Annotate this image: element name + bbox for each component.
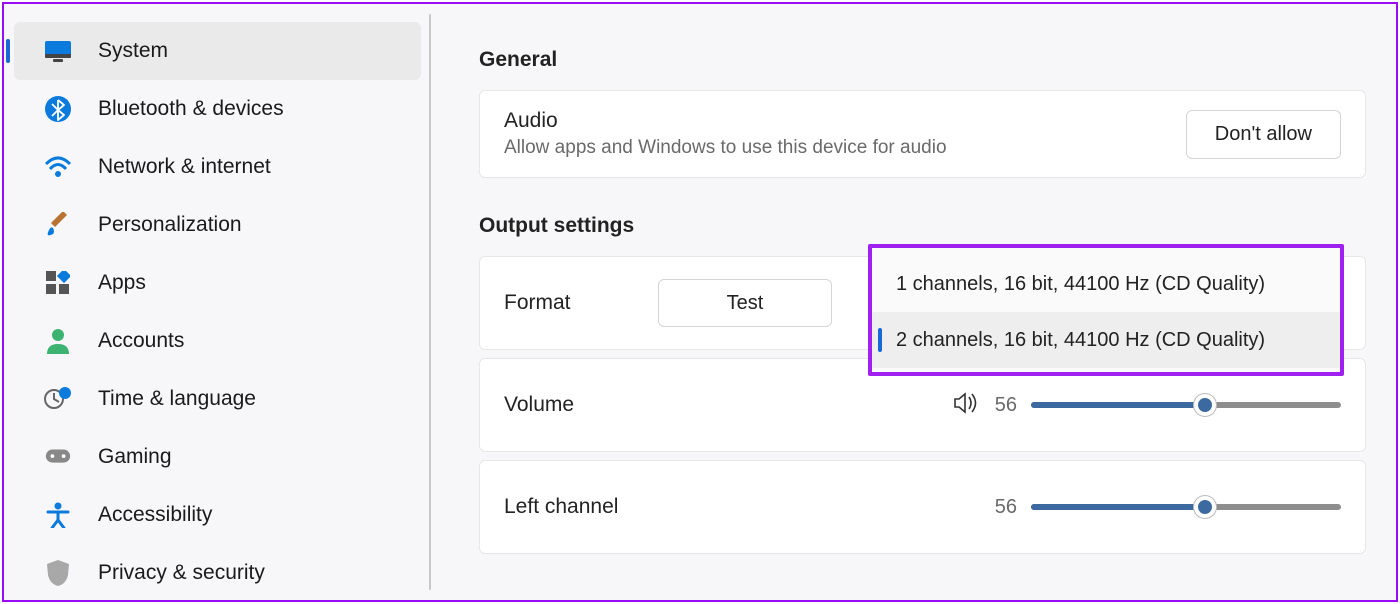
settings-sidebar: System Bluetooth & devices Network & int…: [4, 4, 431, 600]
sidebar-item-gaming[interactable]: Gaming: [14, 428, 421, 486]
left-channel-label: Left channel: [504, 495, 664, 519]
volume-label: Volume: [504, 393, 664, 417]
format-option-2ch[interactable]: 2 channels, 16 bit, 44100 Hz (CD Quality…: [872, 312, 1340, 368]
left-channel-value: 56: [995, 496, 1017, 519]
left-channel-row: Left channel 56: [479, 460, 1366, 554]
sidebar-item-system[interactable]: System: [14, 22, 421, 80]
sidebar-item-label: Apps: [98, 271, 146, 295]
volume-slider[interactable]: [1031, 395, 1341, 415]
sidebar-item-bluetooth[interactable]: Bluetooth & devices: [14, 80, 421, 138]
sidebar-item-label: Privacy & security: [98, 561, 265, 585]
brush-icon: [44, 211, 72, 239]
display-icon: [44, 37, 72, 65]
sidebar-item-personalization[interactable]: Personalization: [14, 196, 421, 254]
sidebar-item-accounts[interactable]: Accounts: [14, 312, 421, 370]
apps-icon: [44, 269, 72, 297]
audio-title: Audio: [504, 109, 947, 133]
sidebar-item-label: Time & language: [98, 387, 256, 411]
sidebar-item-privacy[interactable]: Privacy & security: [14, 544, 421, 602]
shield-icon: [44, 559, 72, 587]
sidebar-item-label: Personalization: [98, 213, 242, 237]
bluetooth-icon: [44, 95, 72, 123]
left-channel-slider[interactable]: [1031, 497, 1341, 517]
volume-value: 56: [995, 394, 1017, 417]
sidebar-item-network[interactable]: Network & internet: [14, 138, 421, 196]
sidebar-item-label: Bluetooth & devices: [98, 97, 284, 121]
format-option-1ch[interactable]: 1 channels, 16 bit, 44100 Hz (CD Quality…: [872, 256, 1340, 312]
sidebar-item-label: Network & internet: [98, 155, 271, 179]
sidebar-item-label: System: [98, 39, 168, 63]
sidebar-item-accessibility[interactable]: Accessibility: [14, 486, 421, 544]
speaker-icon[interactable]: [953, 391, 979, 420]
audio-text: Audio Allow apps and Windows to use this…: [504, 109, 947, 159]
section-heading-output: Output settings: [479, 214, 1366, 238]
test-button[interactable]: Test: [658, 279, 832, 327]
format-label: Format: [504, 291, 664, 315]
wifi-icon: [44, 153, 72, 181]
sidebar-item-label: Gaming: [98, 445, 172, 469]
dont-allow-button[interactable]: Don't allow: [1186, 110, 1341, 159]
person-icon: [44, 327, 72, 355]
section-heading-general: General: [479, 48, 1366, 72]
sidebar-item-label: Accounts: [98, 329, 184, 353]
format-dropdown[interactable]: 1 channels, 16 bit, 44100 Hz (CD Quality…: [868, 244, 1344, 376]
audio-description: Allow apps and Windows to use this devic…: [504, 137, 947, 159]
sidebar-item-time-language[interactable]: Time & language: [14, 370, 421, 428]
accessibility-icon: [44, 501, 72, 529]
sidebar-item-apps[interactable]: Apps: [14, 254, 421, 312]
gamepad-icon: [44, 443, 72, 471]
clock-globe-icon: [44, 385, 72, 413]
audio-permission-card: Audio Allow apps and Windows to use this…: [479, 90, 1366, 178]
sidebar-item-label: Accessibility: [98, 503, 212, 527]
